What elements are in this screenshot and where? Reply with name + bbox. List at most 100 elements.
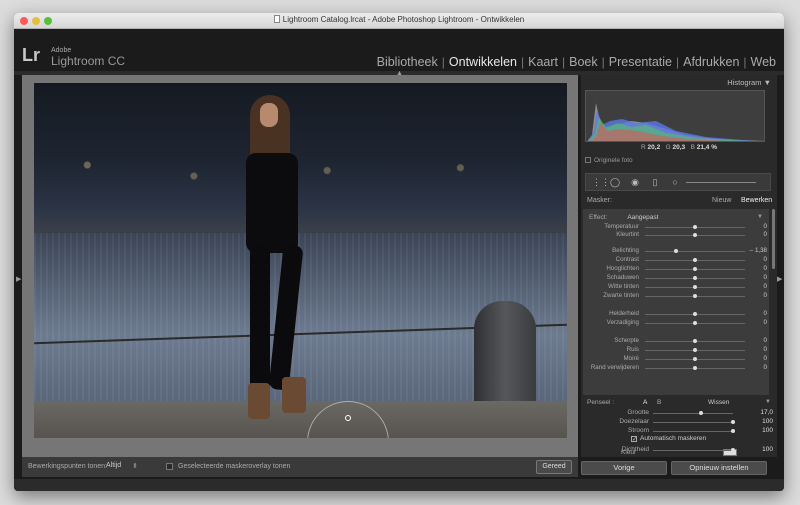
- brush-feather-track[interactable]: [653, 420, 735, 424]
- original-photo-checkbox[interactable]: [585, 157, 591, 163]
- slider-thumb[interactable]: [693, 258, 697, 262]
- module-book[interactable]: Boek: [565, 55, 602, 69]
- slider-row[interactable]: Ruis 0: [583, 346, 769, 355]
- slider-row[interactable]: Rand verwijderen 0: [583, 364, 769, 373]
- slider-track[interactable]: [645, 312, 745, 316]
- brush-density-row[interactable]: Dichtheid 100: [581, 446, 777, 455]
- reset-button[interactable]: Opnieuw instellen: [671, 461, 767, 475]
- slider-thumb[interactable]: [693, 339, 697, 343]
- brush-flow-track[interactable]: [653, 429, 735, 433]
- slider-value[interactable]: – 1,38: [750, 247, 767, 254]
- slider-thumb[interactable]: [693, 321, 697, 325]
- photo[interactable]: [34, 83, 567, 438]
- brush-b-button[interactable]: B: [657, 399, 661, 406]
- graduated-filter-icon[interactable]: ▯: [650, 177, 660, 187]
- brush-density-track[interactable]: [653, 448, 735, 452]
- slider-track[interactable]: [645, 357, 745, 361]
- slider-track[interactable]: [645, 366, 745, 370]
- original-photo-toggle[interactable]: Originele foto: [585, 157, 633, 164]
- red-eye-icon[interactable]: ◉: [630, 177, 640, 187]
- slider-value[interactable]: 0: [764, 274, 767, 281]
- slider-thumb[interactable]: [693, 312, 697, 316]
- slider-row[interactable]: Verzadiging 0: [583, 319, 769, 328]
- module-web[interactable]: Web: [747, 55, 780, 69]
- slider-track[interactable]: [645, 249, 745, 253]
- adjustment-brush-icon[interactable]: [686, 177, 756, 183]
- collapse-triangle-icon[interactable]: ▼: [764, 78, 771, 87]
- slider-track[interactable]: [645, 258, 745, 262]
- slider-row[interactable]: Helderheid 0: [583, 310, 769, 319]
- module-develop[interactable]: Ontwikkelen: [445, 55, 521, 69]
- slider-thumb[interactable]: [693, 366, 697, 370]
- slider-thumb[interactable]: [693, 357, 697, 361]
- slider-thumb[interactable]: [693, 267, 697, 271]
- slider-row[interactable]: Belichting – 1,38: [583, 247, 769, 256]
- mask-edit-button[interactable]: Bewerken: [741, 197, 772, 204]
- previous-button[interactable]: Vorige: [581, 461, 667, 475]
- slider-track[interactable]: [645, 339, 745, 343]
- show-pins-select[interactable]: Altijd: [106, 462, 121, 469]
- slider-value[interactable]: 0: [764, 319, 767, 326]
- slider-value[interactable]: 0: [764, 265, 767, 272]
- slider-value[interactable]: 0: [764, 337, 767, 344]
- brush-erase-button[interactable]: Wissen: [708, 399, 729, 406]
- module-library[interactable]: Bibliotheek: [373, 55, 442, 69]
- automask-toggle[interactable]: ✓ Automatisch maskeren: [631, 435, 706, 443]
- slider-row[interactable]: Witte tinten 0: [583, 283, 769, 292]
- slider-value[interactable]: 0: [764, 364, 767, 371]
- brush-density-value[interactable]: 100: [762, 446, 773, 453]
- slider-thumb[interactable]: [693, 285, 697, 289]
- slider-track[interactable]: [645, 285, 745, 289]
- effect-collapse-icon[interactable]: ▼: [757, 214, 763, 220]
- mask-new-button[interactable]: Nieuw: [712, 197, 731, 204]
- slider-track[interactable]: [645, 233, 745, 237]
- brush-feather-row[interactable]: Doezelaar 100: [581, 418, 777, 427]
- brush-collapse-icon[interactable]: ▼: [765, 399, 771, 405]
- slider-track[interactable]: [645, 348, 745, 352]
- brush-feather-thumb[interactable]: [731, 420, 735, 424]
- slider-value[interactable]: 0: [764, 231, 767, 238]
- slider-track[interactable]: [645, 276, 745, 280]
- slider-track[interactable]: [645, 321, 745, 325]
- slider-value[interactable]: 0: [764, 355, 767, 362]
- slider-value[interactable]: 0: [764, 256, 767, 263]
- automask-check-icon[interactable]: ✓: [631, 436, 637, 443]
- slider-track[interactable]: [645, 294, 745, 298]
- brush-feather-value[interactable]: 100: [762, 418, 773, 425]
- slider-thumb[interactable]: [693, 233, 697, 237]
- radial-filter-icon[interactable]: ○: [670, 177, 680, 187]
- panel-scrollbar[interactable]: [772, 209, 775, 269]
- crop-grid-icon[interactable]: ⋮⋮: [592, 177, 610, 187]
- module-print[interactable]: Afdrukken: [679, 55, 743, 69]
- brush-size-track[interactable]: [653, 411, 733, 415]
- right-panel-toggle-icon[interactable]: ▶: [777, 275, 782, 283]
- left-panel-toggle-icon[interactable]: ▶: [16, 275, 21, 283]
- slider-thumb[interactable]: [674, 249, 678, 253]
- slider-thumb[interactable]: [693, 348, 697, 352]
- histogram-header[interactable]: Histogram ▼: [581, 75, 777, 89]
- module-map[interactable]: Kaart: [524, 55, 562, 69]
- slider-row[interactable]: Kleurtint 0: [583, 231, 769, 240]
- slider-row[interactable]: Scherpte 0: [583, 337, 769, 346]
- slider-track[interactable]: [645, 225, 745, 229]
- slider-track[interactable]: [645, 267, 745, 271]
- slider-row[interactable]: Schaduwen 0: [583, 274, 769, 283]
- slider-value[interactable]: 0: [764, 223, 767, 230]
- slider-row[interactable]: Contrast 0: [583, 256, 769, 265]
- slider-row[interactable]: Moiré 0: [583, 355, 769, 364]
- brush-flow-value[interactable]: 100: [762, 427, 773, 434]
- slider-thumb[interactable]: [693, 276, 697, 280]
- slider-value[interactable]: 0: [764, 292, 767, 299]
- brush-size-thumb[interactable]: [699, 411, 703, 415]
- slider-value[interactable]: 0: [764, 283, 767, 290]
- spot-removal-icon[interactable]: ◯: [610, 177, 620, 187]
- brush-flow-thumb[interactable]: [731, 429, 735, 433]
- slider-thumb[interactable]: [693, 225, 697, 229]
- photo-canvas[interactable]: [22, 75, 578, 457]
- brush-size-value[interactable]: 17,0: [760, 409, 773, 416]
- slider-row[interactable]: Hooglichten 0: [583, 265, 769, 274]
- brush-a-button[interactable]: A: [643, 399, 647, 406]
- slider-thumb[interactable]: [693, 294, 697, 298]
- effect-preset-dropdown[interactable]: Aangepast: [627, 214, 658, 221]
- slider-row[interactable]: Zwarte tinten 0: [583, 292, 769, 301]
